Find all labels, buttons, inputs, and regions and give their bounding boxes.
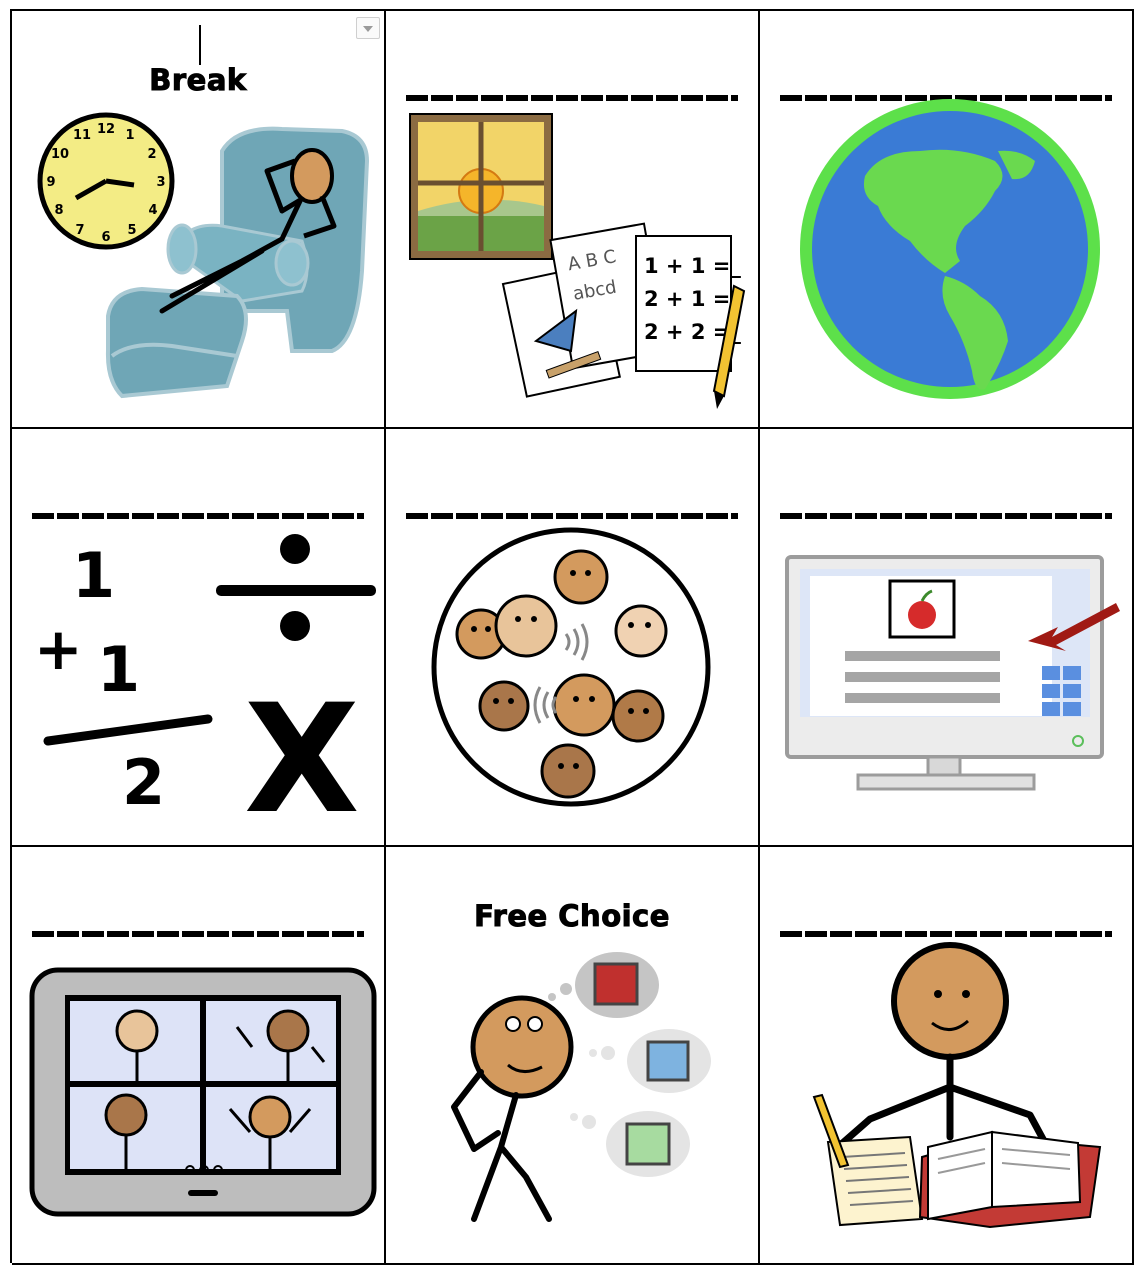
svg-text:X: X [244,673,360,847]
card-break[interactable]: Break 12 1 2 3 4 5 6 7 8 9 10 11 [12,11,386,429]
svg-text:12: 12 [97,122,115,137]
svg-text:8: 8 [54,203,63,218]
svg-text:11: 11 [73,128,91,143]
svg-text:1 + 1 =_: 1 + 1 =_ [644,254,741,278]
svg-text:1: 1 [72,539,115,612]
svg-text:1: 1 [97,633,140,706]
card-group-talk[interactable] [386,429,760,847]
svg-text:6: 6 [101,230,110,245]
card-school-work[interactable]: A B C abcd 1 + 1 =_ 2 + 1 =_ 2 + 2 =_ [386,11,760,429]
svg-text:2: 2 [147,147,156,162]
svg-text:5: 5 [127,223,136,238]
svg-text:2: 2 [122,746,165,819]
svg-text:10: 10 [51,147,69,162]
globe-icon [800,99,1100,399]
relaxing-in-armchair-icon: 12 1 2 3 4 5 6 7 8 9 10 11 [37,112,370,399]
card-computer[interactable] [760,429,1134,847]
svg-text:3: 3 [156,175,165,190]
svg-text:4: 4 [148,203,157,218]
school-work-icon: A B C abcd 1 + 1 =_ 2 + 1 =_ 2 + 2 =_ [409,113,746,409]
svg-text:7: 7 [75,223,84,238]
math-icon: 1 + 1 2 X [34,534,376,847]
video-call-tablet-icon [29,967,377,1217]
symbol-board: Break 12 1 2 3 4 5 6 7 8 9 10 11 A B C a… [10,9,1134,1265]
svg-text:2 + 1 =_: 2 + 1 =_ [644,287,741,311]
group-talking-icon [431,527,711,807]
card-reading-writing[interactable] [760,847,1134,1265]
svg-text:+: + [34,615,83,683]
card-free-choice[interactable]: Free Choice [386,847,760,1265]
svg-text:1: 1 [125,128,134,143]
reading-writing-icon [812,942,1102,1229]
svg-text:9: 9 [46,175,55,190]
thinking-choice-icon [451,952,711,1222]
card-video-call[interactable] [12,847,386,1265]
computer-icon [785,555,1120,791]
card-math[interactable]: 1 + 1 2 X [12,429,386,847]
card-globe[interactable] [760,11,1134,429]
